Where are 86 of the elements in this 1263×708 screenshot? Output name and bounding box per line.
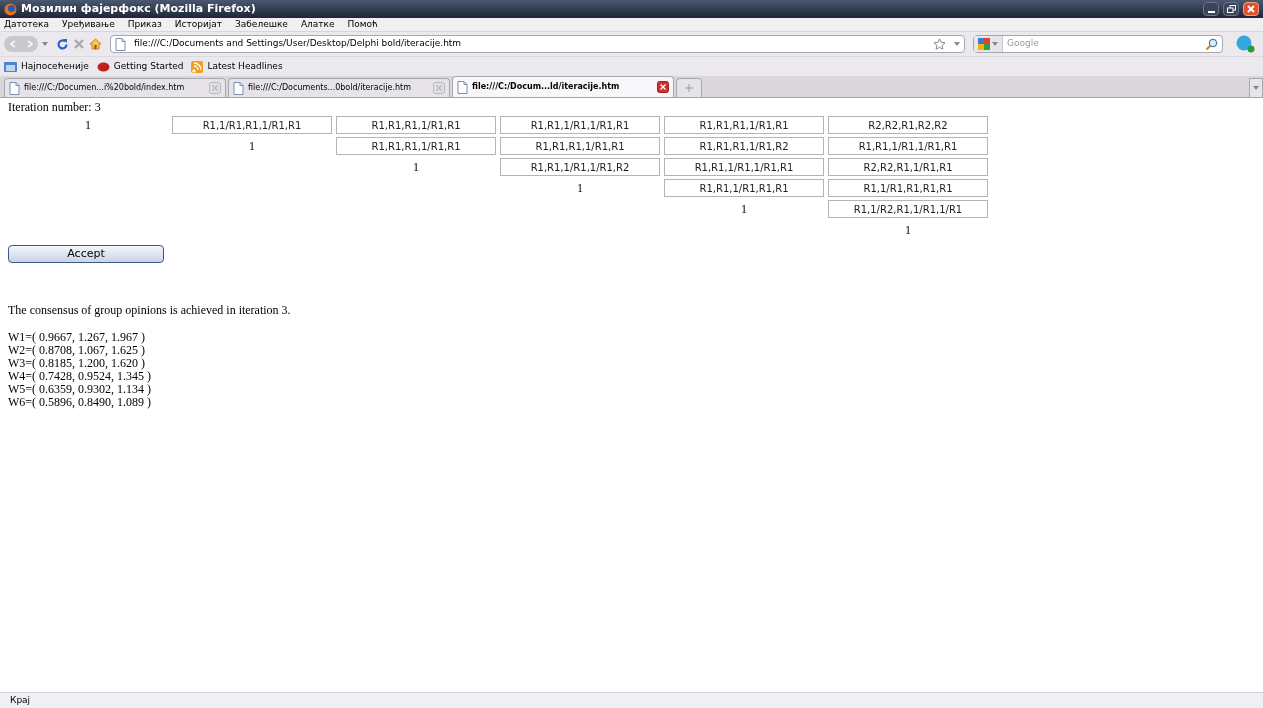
comparison-field[interactable]: R1,R1,R1,1/R1,R1	[336, 116, 496, 134]
menu-item[interactable]: Датотека	[4, 17, 50, 32]
plus-icon	[685, 84, 693, 92]
search-icon[interactable]	[1205, 37, 1218, 51]
comparison-field[interactable]: R1,R1,R1,1/R1,R2	[664, 137, 824, 155]
minimize-button[interactable]	[1203, 2, 1219, 16]
new-tab-button[interactable]	[676, 78, 702, 97]
restore-button[interactable]	[1223, 2, 1239, 16]
page-icon	[457, 80, 468, 94]
back-button[interactable]	[4, 36, 21, 52]
stop-icon[interactable]	[73, 38, 85, 50]
menu-item[interactable]: Помоћ	[347, 17, 378, 32]
browser-logo-icon	[4, 2, 17, 16]
address-field[interactable]: file:///C:/Documents and Settings/User/Desktop/Delphi bold/iteracije.htm	[110, 35, 965, 53]
comparison-field[interactable]: R1,1/R2,R1,1/R1,1/R1	[828, 200, 988, 218]
reload-icon[interactable]	[56, 37, 69, 51]
comparison-field[interactable]: R2,R2,R1,1/R1,R1	[828, 158, 988, 176]
iteration-label: Iteration number: 3	[8, 100, 102, 114]
window-title: Мозилин фајерфокс (Mozilla Firefox)	[21, 0, 257, 17]
menu-item[interactable]: Алатке	[300, 17, 335, 32]
weight-result: W4=( 0.7428, 0.9524, 1.345 )	[8, 370, 153, 383]
engine-logo-icon	[978, 38, 990, 50]
bookmark-item[interactable]: Најпосећеније	[4, 59, 89, 74]
diagonal-value: 1	[413, 159, 419, 176]
star-icon[interactable]	[933, 38, 946, 50]
comparison-field[interactable]: R1,R1,1/R1,R1,R1	[664, 179, 824, 197]
forward-button[interactable]	[21, 36, 38, 52]
diagonal-value: 1	[577, 180, 583, 197]
diagonal-value: 1	[249, 138, 255, 155]
bookmark-item[interactable]: Latest Headlines	[191, 59, 283, 74]
search-input[interactable]: Google	[1003, 37, 1205, 51]
menu-item[interactable]: Уређивање	[62, 17, 115, 32]
accept-button[interactable]: Accept	[8, 245, 164, 263]
menu-item[interactable]: Приказ	[127, 17, 162, 32]
weight-result: W1=( 0.9667, 1.267, 1.967 )	[8, 331, 147, 344]
dropdown-caret-icon	[1253, 86, 1259, 90]
weight-result: W3=( 0.8185, 1.200, 1.620 )	[8, 357, 147, 370]
tab-title: file:///C:/Documents...0bold/iteracije.htm	[248, 82, 413, 94]
menu-item[interactable]: Забелешке	[235, 17, 288, 32]
page-icon	[233, 81, 244, 95]
dropdown-caret-icon	[992, 42, 998, 46]
search-field[interactable]: Google	[973, 35, 1223, 53]
menu-item[interactable]: Историјат	[174, 17, 222, 32]
close-tab-icon[interactable]	[657, 81, 669, 93]
comparison-field[interactable]: R1,R1,R1,1/R1,R1	[664, 116, 824, 134]
weight-result: W6=( 0.5896, 0.8490, 1.089 )	[8, 396, 153, 409]
restore-icon	[1226, 5, 1236, 13]
dropdown-caret-icon[interactable]	[42, 42, 48, 46]
diagonal-value: 1	[741, 201, 747, 218]
status-text: Крај	[10, 693, 31, 707]
weight-result: W2=( 0.8708, 1.067, 1.625 )	[8, 344, 147, 357]
comparison-field[interactable]: R1,1/R1,R1,R1,R1	[828, 179, 988, 197]
feed-icon	[191, 60, 204, 73]
diagonal-value: 1	[85, 117, 91, 134]
weight-result: W5=( 0.6359, 0.9302, 1.134 )	[8, 383, 153, 396]
diagonal-value: 1	[905, 222, 911, 239]
comparison-field[interactable]: R1,R1,1/R1,1/R1,R2	[500, 158, 660, 176]
chat-app-icon[interactable]	[1235, 35, 1255, 53]
tab-list-button[interactable]	[1249, 78, 1263, 97]
tab-title: file:///C:/Documen...i%20bold/index.htm	[24, 82, 186, 94]
bookmark-item[interactable]: Getting Started	[96, 59, 184, 74]
comparison-field[interactable]: R2,R2,R1,R2,R2	[828, 116, 988, 134]
folder-icon	[4, 61, 17, 72]
address-text: file:///C:/Documents and Settings/User/Desktop/Delphi bold/iteracije.htm	[134, 37, 463, 51]
comparison-field[interactable]: R1,R1,1/R1,1/R1,R1	[828, 137, 988, 155]
bookmark-label: Getting Started	[113, 59, 184, 73]
comparison-field[interactable]: R1,R1,1/R1,1/R1,R1	[500, 116, 660, 134]
minimize-icon	[1207, 11, 1215, 13]
page-icon	[115, 37, 126, 51]
bookmark-label: Latest Headlines	[207, 59, 283, 73]
browser-tab[interactable]: file:///C:/Documen...i%20bold/index.htm	[4, 78, 226, 97]
dropdown-caret-icon[interactable]	[954, 42, 960, 46]
page-icon	[9, 81, 20, 95]
close-icon	[1247, 5, 1255, 13]
comparison-field[interactable]: R1,1/R1,R1,1/R1,R1	[172, 116, 332, 134]
comparison-field[interactable]: R1,R1,R1,1/R1,R1	[500, 137, 660, 155]
browser-tab[interactable]: file:///C:/Documents...0bold/iteracije.htm	[228, 78, 450, 97]
tab-title: file:///C:/Docum...ld/iteracije.htm	[472, 81, 621, 93]
bookmark-label: Најпосећеније	[21, 59, 89, 73]
home-icon[interactable]	[89, 38, 102, 50]
browser-tab[interactable]: file:///C:/Docum...ld/iteracije.htm	[452, 76, 674, 97]
comparison-field[interactable]: R1,R1,1/R1,1/R1,R1	[664, 158, 824, 176]
comparison-field[interactable]: R1,R1,R1,1/R1,R1	[336, 137, 496, 155]
close-button[interactable]	[1243, 2, 1259, 16]
consensus-text: The consensus of group opinions is achieved in iteration 3.	[8, 303, 292, 317]
search-engine-button[interactable]	[974, 36, 1003, 52]
